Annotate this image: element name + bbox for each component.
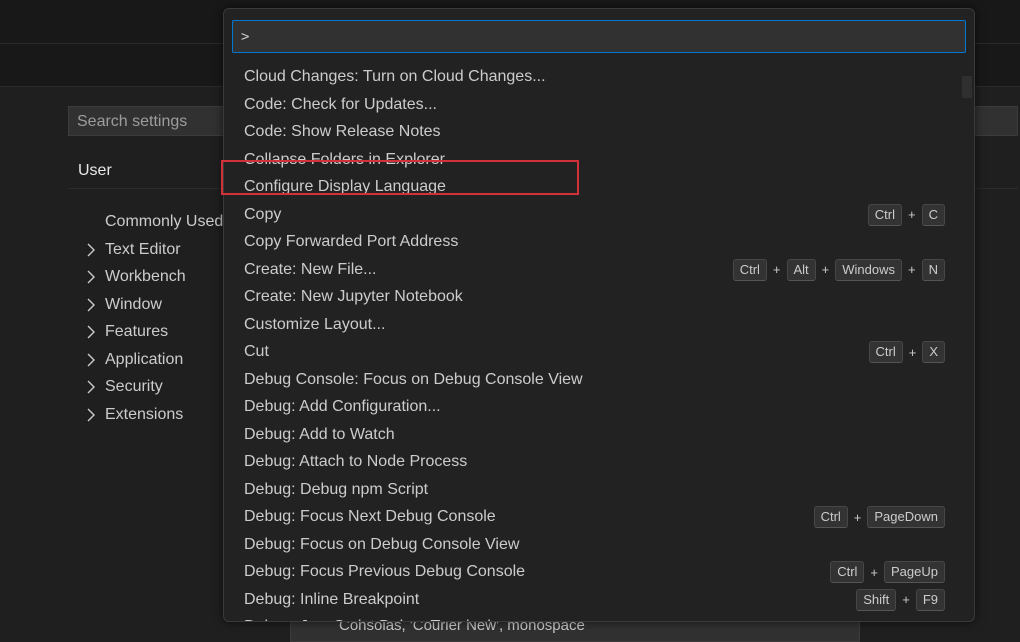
- command-item[interactable]: Cut Ctrl + X: [224, 339, 959, 367]
- command-label: Code: Check for Updates...: [244, 95, 437, 113]
- key-cap: Ctrl: [868, 341, 903, 364]
- command-item[interactable]: Debug: JavaScript Debug Terminal: [224, 614, 959, 621]
- command-item[interactable]: Debug: Inline Breakpoint Shift + F9: [224, 586, 959, 614]
- key-cap: Ctrl: [830, 561, 865, 584]
- command-item[interactable]: Create: New File... Ctrl + Alt + Windows + N: [224, 256, 959, 284]
- key-cap: Ctrl: [732, 258, 767, 281]
- command-item[interactable]: Copy Ctrl + C: [224, 201, 959, 229]
- keybinding: Ctrl + PageUp: [830, 561, 945, 584]
- key-separator: +: [908, 207, 916, 223]
- key-cap: Alt: [786, 258, 816, 281]
- keybinding: Ctrl + X: [868, 341, 945, 364]
- key-separator: +: [908, 344, 917, 360]
- command-label: Customize Layout...: [244, 315, 386, 333]
- command-item[interactable]: Debug: Focus Previous Debug Console Ctrl +…: [224, 559, 959, 587]
- toc-item-label: Features: [105, 323, 169, 340]
- tab-user[interactable]: User: [70, 160, 120, 189]
- key-cap: F9: [915, 588, 945, 611]
- key-cap: Ctrl: [867, 203, 903, 226]
- command-list: Cloud Changes: Turn on Cloud Changes... C…: [224, 55, 974, 621]
- command-item[interactable]: Debug: Focus on Debug Console View: [224, 531, 959, 559]
- toc-item-label: Text Editor: [105, 240, 181, 258]
- key-separator: +: [772, 262, 781, 278]
- toc-item-label: Security: [105, 378, 163, 395]
- command-palette: > Cloud Changes: Turn on Cloud Changes..…: [223, 8, 975, 622]
- keybinding: Ctrl + Alt + Windows + N: [732, 258, 945, 281]
- key-cap: PageDown: [867, 506, 945, 529]
- command-item[interactable]: Debug: Add to Watch: [224, 421, 959, 449]
- key-cap: Ctrl: [813, 506, 848, 529]
- toc-item-label: Window: [105, 295, 162, 313]
- chevron-right-icon: [86, 238, 100, 262]
- command-label: Debug Console: Focus on Debug Console Vi…: [244, 370, 583, 388]
- command-label: Create: New File...: [244, 260, 377, 278]
- command-label: Cut: [244, 343, 269, 361]
- command-item[interactable]: Debug: Focus Next Debug Console Ctrl + Page…: [224, 504, 959, 532]
- command-item[interactable]: Cloud Changes: Turn on Cloud Changes...: [224, 64, 959, 92]
- command-label: Debug: Add Configuration...: [244, 398, 441, 416]
- chevron-right-icon: [86, 265, 100, 289]
- highlight-annotation: [221, 160, 579, 195]
- command-label: Debug: Attach to Node Process: [244, 453, 468, 471]
- command-label: Copy: [244, 205, 282, 223]
- chevron-right-icon: [86, 320, 100, 344]
- command-item[interactable]: Debug: Add Configuration...: [224, 394, 959, 422]
- keybinding: Ctrl + C: [867, 203, 945, 226]
- key-separator: +: [870, 564, 879, 580]
- command-label: Code: Show Release Notes: [244, 123, 441, 141]
- command-item[interactable]: Code: Check for Updates...: [224, 91, 959, 119]
- chevron-right-icon: [86, 348, 100, 372]
- command-label: Debug: Add to Watch: [244, 425, 395, 443]
- key-cap: N: [921, 258, 945, 281]
- command-item[interactable]: Debug Console: Focus on Debug Console Vi…: [224, 366, 959, 394]
- toc-item-label: Commonly Used: [105, 213, 224, 230]
- keybinding: Ctrl + PageDown: [813, 506, 945, 529]
- key-separator: +: [821, 262, 830, 278]
- toc-item-label: Application: [105, 350, 184, 368]
- command-item[interactable]: Customize Layout...: [224, 311, 959, 339]
- toc-item-label: Extensions: [105, 405, 184, 423]
- command-label: Debug: JavaScript Debug Terminal: [244, 618, 959, 621]
- key-cap: C: [921, 203, 945, 226]
- command-label: Create: New Jupyter Notebook: [244, 288, 463, 306]
- command-label: Debug: Focus on Debug Console View: [244, 535, 520, 553]
- key-cap: X: [922, 341, 945, 364]
- command-item[interactable]: Create: New Jupyter Notebook: [224, 284, 959, 312]
- chevron-right-icon: [86, 403, 100, 427]
- key-separator: +: [853, 509, 862, 525]
- toc-item-label: Workbench: [105, 268, 186, 285]
- command-label: Debug: Focus Next Debug Console: [244, 508, 496, 526]
- key-separator: +: [902, 592, 910, 608]
- key-cap: PageUp: [884, 561, 945, 584]
- command-item[interactable]: Code: Show Release Notes: [224, 119, 959, 147]
- command-list-scrollbar[interactable]: [962, 76, 972, 98]
- command-label: Cloud Changes: Turn on Cloud Changes...: [244, 68, 546, 86]
- command-item[interactable]: Debug: Attach to Node Process: [224, 449, 959, 477]
- command-label: Debug: Debug npm Script: [244, 480, 429, 498]
- chevron-right-icon: [86, 375, 100, 399]
- command-label: Debug: Focus Previous Debug Console: [244, 563, 526, 581]
- command-label: Debug: Inline Breakpoint: [244, 590, 420, 608]
- keybinding: Shift + F9: [856, 588, 945, 611]
- key-cap: Windows: [835, 258, 903, 281]
- command-label: Copy Forwarded Port Address: [244, 233, 459, 251]
- command-item[interactable]: Debug: Debug npm Script: [224, 476, 959, 504]
- command-palette-input[interactable]: >: [232, 20, 966, 53]
- key-cap: Shift: [856, 588, 897, 611]
- key-separator: +: [908, 262, 916, 278]
- command-item[interactable]: Copy Forwarded Port Address: [224, 229, 959, 257]
- chevron-right-icon: [86, 293, 100, 317]
